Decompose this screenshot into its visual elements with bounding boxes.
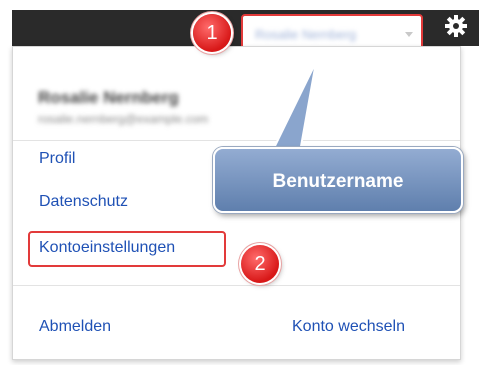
annotation-marker-1: 1 bbox=[193, 14, 231, 52]
callout-label: Benutzername bbox=[272, 171, 404, 192]
username-callout: Benutzername bbox=[213, 147, 463, 213]
annotation-marker-2: 2 bbox=[241, 245, 279, 283]
